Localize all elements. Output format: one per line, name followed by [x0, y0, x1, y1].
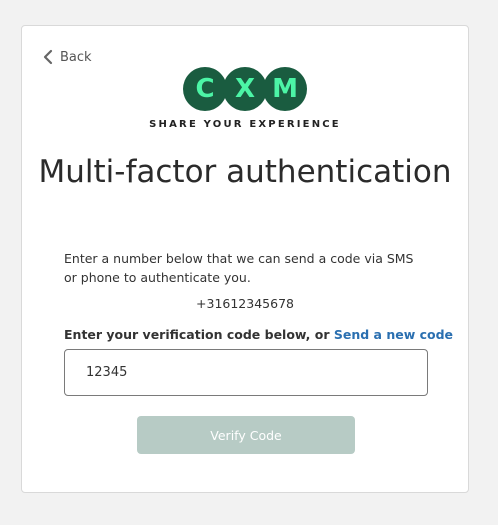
verification-code-label: Enter your verification code below, or S… [64, 327, 453, 342]
verify-code-button[interactable]: Verify Code [137, 416, 355, 454]
back-link[interactable]: Back [43, 49, 92, 65]
logo-letter-x: X [223, 67, 267, 111]
phone-number: +31612345678 [196, 296, 294, 311]
logo-letter-c: C [183, 67, 227, 111]
mfa-card: Back C X M SHARE YOUR EXPERIENCE Multi-f… [21, 25, 469, 493]
intro-text: Enter a number below that we can send a … [64, 251, 414, 285]
page-title: Multi-factor authentication [38, 154, 452, 190]
logo-mark: C X M [22, 67, 468, 111]
chevron-left-icon [43, 49, 53, 65]
verification-label-text: Enter your verification code below, or [64, 327, 334, 342]
back-label: Back [60, 49, 92, 65]
logo-letter-m: M [263, 67, 307, 111]
brand-logo: C X M SHARE YOUR EXPERIENCE [22, 67, 468, 130]
logo-tagline: SHARE YOUR EXPERIENCE [149, 119, 341, 130]
verification-code-input[interactable] [64, 349, 428, 396]
send-new-code-link[interactable]: Send a new code [334, 327, 453, 342]
